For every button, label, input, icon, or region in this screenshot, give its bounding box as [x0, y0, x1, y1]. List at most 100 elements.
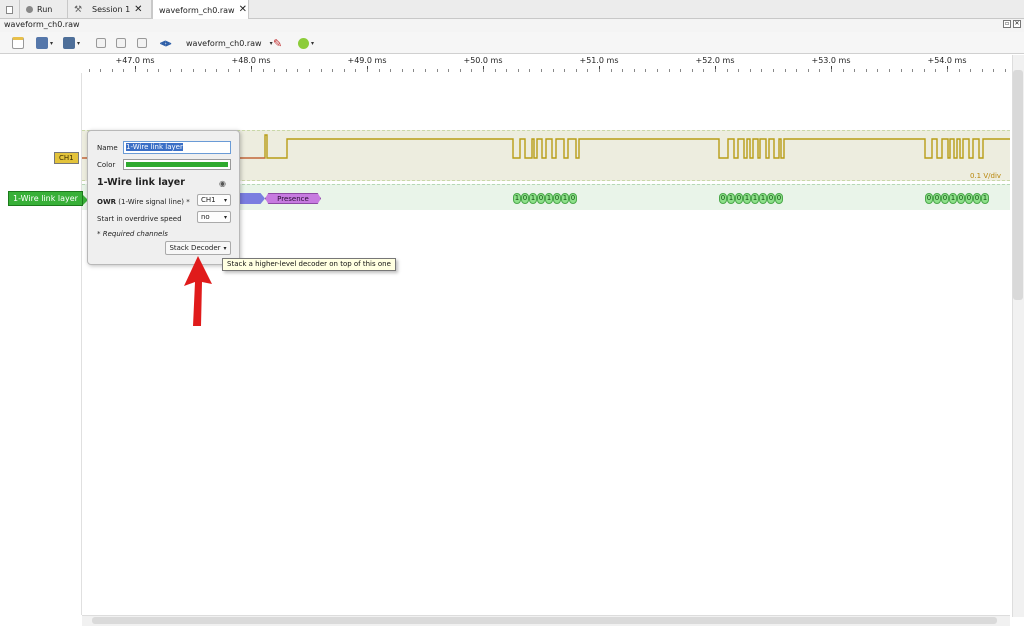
ruler-minor-tick	[228, 69, 229, 72]
ruler-minor-tick	[541, 69, 542, 72]
zoom-fit-button[interactable]	[137, 35, 147, 51]
bit-annotation: 1	[561, 193, 569, 204]
zoom-in-button[interactable]	[96, 35, 106, 51]
visibility-eye-icon[interactable]: ◉	[219, 179, 226, 188]
decoder-name-input[interactable]: 1-Wire link layer	[123, 141, 231, 154]
ruler-minor-tick	[367, 69, 368, 72]
zoom-out-icon	[116, 38, 126, 48]
bit-annotation: 1	[529, 193, 537, 204]
ruler-minor-tick	[413, 69, 414, 72]
ruler-minor-tick	[970, 69, 971, 72]
ruler-minor-tick	[703, 69, 704, 72]
owr-channel-select[interactable]: CH1 ▾	[197, 194, 231, 206]
chevron-down-icon: ▾	[223, 213, 227, 221]
add-decoder-button[interactable]: ▾	[298, 35, 314, 51]
ruler-minor-tick	[750, 69, 751, 72]
byte-annotation-2: 01011100	[719, 193, 783, 204]
ruler-minor-tick	[518, 69, 519, 72]
ruler-minor-tick	[924, 69, 925, 72]
overdrive-select[interactable]: no ▾	[197, 211, 231, 223]
ruler-minor-tick	[819, 69, 820, 72]
stack-decoder-tooltip: Stack a higher-level decoder on top of t…	[222, 258, 396, 271]
ruler-minor-tick	[877, 69, 878, 72]
volt-div-label: 0.1 V/div	[970, 172, 1002, 180]
new-session-button[interactable]	[12, 35, 24, 51]
bit-annotation: 0	[925, 193, 933, 204]
ruler-label: +48.0 ms	[231, 56, 271, 65]
bit-annotation: 1	[513, 193, 521, 204]
tab-waveform[interactable]: waveform_ch0.raw ✕	[152, 0, 249, 20]
open-button[interactable]: ▾	[36, 35, 53, 51]
bit-annotation: 1	[545, 193, 553, 204]
tab-home[interactable]	[0, 0, 20, 19]
tab-tools[interactable]: ⚒	[68, 0, 86, 19]
stack-decoder-label: Stack Decoder	[169, 244, 221, 252]
close-icon[interactable]: ✕	[239, 5, 247, 15]
ruler-minor-tick	[727, 69, 728, 72]
ruler-minor-tick	[205, 69, 206, 72]
ruler-minor-tick	[355, 69, 356, 72]
save-button[interactable]: ▾	[63, 35, 80, 51]
bit-annotation: 1	[727, 193, 735, 204]
ruler-minor-tick	[622, 69, 623, 72]
bit-annotation: 0	[553, 193, 561, 204]
bit-annotation: 0	[965, 193, 973, 204]
ch1-label[interactable]: CH1	[54, 152, 79, 164]
ruler-minor-tick	[112, 69, 113, 72]
ruler-minor-tick	[680, 69, 681, 72]
ruler-label: +53.0 ms	[811, 56, 851, 65]
ruler-minor-tick	[738, 69, 739, 72]
owr-label-bold: OWR	[97, 198, 117, 206]
vertical-scroll-thumb[interactable]	[1013, 70, 1023, 300]
stack-decoder-button[interactable]: Stack Decoder ▾	[165, 241, 231, 255]
decoder-title: 1-Wire link layer	[97, 177, 185, 188]
ruler-minor-tick	[495, 69, 496, 72]
ruler-minor-tick	[170, 69, 171, 72]
bit-annotation: 1	[743, 193, 751, 204]
decoder-label[interactable]: 1-Wire link layer	[8, 191, 88, 206]
tab-run[interactable]: Run	[20, 0, 68, 19]
zoom-fit-icon	[137, 38, 147, 48]
ruler-minor-tick	[889, 69, 890, 72]
horizontal-scroll-thumb[interactable]	[92, 617, 997, 624]
zoom-in-icon	[96, 38, 106, 48]
ruler-minor-tick	[529, 69, 530, 72]
bit-annotation: 0	[775, 193, 783, 204]
ruler-minor-tick	[425, 69, 426, 72]
ruler-minor-tick	[263, 69, 264, 72]
byte-annotation-1: 10101010	[513, 193, 577, 204]
zoom-out-button[interactable]	[116, 35, 126, 51]
ruler-minor-tick	[123, 69, 124, 72]
ruler-minor-tick	[193, 69, 194, 72]
ruler-minor-tick	[147, 69, 148, 72]
ruler-minor-tick	[901, 69, 902, 72]
ruler-minor-tick	[959, 69, 960, 72]
restore-icon[interactable]: ▫	[1003, 20, 1011, 28]
arrow-up-icon	[184, 256, 212, 326]
folder-icon	[36, 37, 48, 49]
ruler-minor-tick	[657, 69, 658, 72]
ruler-minor-tick	[216, 69, 217, 72]
ruler-minor-tick	[669, 69, 670, 72]
wrench-icon: ⚒	[74, 4, 83, 15]
tab-session-1[interactable]: Session 1 ✕	[86, 0, 152, 19]
byte-annotation-3: 00010001	[925, 193, 989, 204]
ruler-minor-tick	[773, 69, 774, 72]
new-file-icon	[12, 37, 24, 49]
close-view-icon[interactable]: ✕	[1013, 20, 1021, 28]
ruler-minor-tick	[344, 69, 345, 72]
time-ruler[interactable]: +47.0 ms +48.0 ms +49.0 ms +50.0 ms +51.0 ms…	[82, 55, 1010, 73]
ruler-minor-tick	[332, 69, 333, 72]
close-icon[interactable]: ✕	[134, 4, 142, 15]
decoder-color-picker[interactable]	[123, 159, 231, 170]
toolbar: ▾ ▾ ⫷⫸ waveform_ch0.raw ▾ ✎ ▾	[0, 32, 1024, 54]
ruler-minor-tick	[89, 69, 90, 72]
run-icon	[26, 6, 33, 13]
ruler-minor-tick	[181, 69, 182, 72]
probe-button[interactable]: ✎	[273, 35, 282, 51]
owr-label-desc: (1-Wire signal line) *	[118, 198, 190, 206]
cursor-button[interactable]: ⫷⫸	[160, 35, 171, 51]
bit-annotation: 0	[735, 193, 743, 204]
bit-annotation: 0	[933, 193, 941, 204]
device-selector[interactable]: waveform_ch0.raw ▾	[186, 35, 273, 51]
